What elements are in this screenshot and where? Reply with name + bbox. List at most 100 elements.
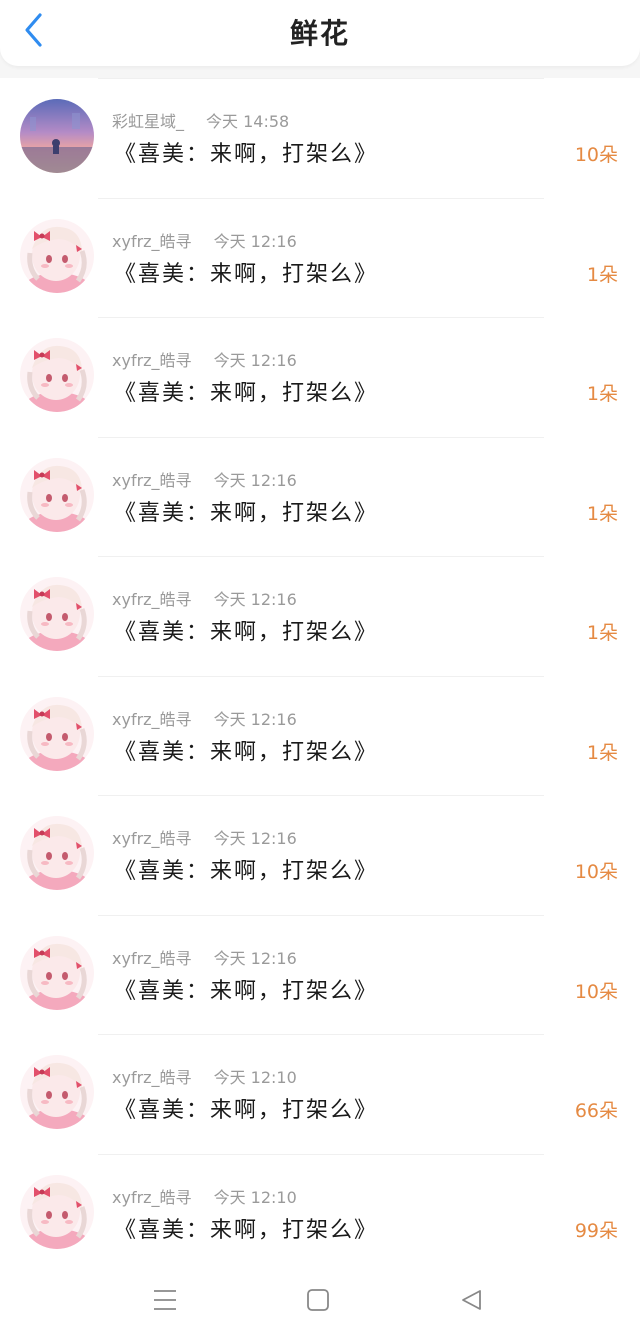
timestamp: 今天 12:16 <box>213 948 297 968</box>
song-title: 《喜美：来啊，打架么》 <box>114 142 379 167</box>
record-meta: xyfrz_皓寻 今天 12:16 <box>112 347 297 371</box>
record-meta: 彩虹星域_ 今天 14:58 <box>112 108 289 132</box>
flower-count: 1朵 <box>586 383 618 405</box>
avatar[interactable] <box>20 218 94 293</box>
song-title: 《喜美：来啊，打架么》 <box>114 1098 379 1123</box>
song-title: 《喜美：来啊，打架么》 <box>114 500 379 526</box>
row-divider <box>98 78 544 79</box>
flower-record-list: 彩虹星域_ 今天 14:58 《喜美：来啊，打架么》 10朵 xyfrz_皓寻 今天… <box>0 78 640 1273</box>
flower-count: 1朵 <box>586 263 618 286</box>
list-item[interactable]: xyfrz_皓寻 今天 12:16 《喜美：来啊，打架么》 1朵 <box>0 197 640 317</box>
anime-girl-avatar-image <box>20 577 94 651</box>
square-home-icon <box>307 1289 329 1311</box>
row-divider <box>98 795 544 796</box>
list-item[interactable]: xyfrz_皓寻 今天 12:10 《喜美：来啊，打架么》 99朵 <box>0 1153 640 1273</box>
anime-girl-avatar-image <box>20 338 94 412</box>
flower-count: 1朵 <box>586 622 618 644</box>
row-divider <box>98 197 544 199</box>
song-title: 《喜美：来啊，打架么》 <box>114 1217 379 1243</box>
list-item[interactable]: xyfrz_皓寻 今天 12:16 《喜美：来啊，打架么》 1朵 <box>0 436 640 556</box>
system-back-button[interactable] <box>454 1283 488 1317</box>
username[interactable]: xyfrz_皓寻 <box>112 351 192 370</box>
top-bar: 鲜花 <box>0 0 640 66</box>
avatar[interactable] <box>20 457 94 532</box>
username[interactable]: xyfrz_皓寻 <box>112 949 192 968</box>
anime-girl-avatar-image <box>20 696 94 771</box>
page-title: 鲜花 <box>289 17 350 50</box>
record-meta: xyfrz_皓寻 今天 12:16 <box>112 467 297 491</box>
triangle-back-icon <box>462 1290 481 1310</box>
flower-count: 10朵 <box>574 861 618 883</box>
username[interactable]: xyfrz_皓寻 <box>112 710 192 729</box>
menu-icon <box>154 1290 176 1310</box>
username[interactable]: xyfrz_皓寻 <box>112 590 192 609</box>
anime-girl-avatar-image <box>20 457 94 532</box>
row-divider <box>98 556 544 557</box>
username[interactable]: xyfrz_皓寻 <box>112 829 192 848</box>
record-meta: xyfrz_皓寻 今天 12:10 <box>112 1184 297 1208</box>
list-item[interactable]: xyfrz_皓寻 今天 12:16 《喜美：来啊，打架么》 1朵 <box>0 675 640 795</box>
avatar[interactable] <box>20 577 94 651</box>
avatar[interactable] <box>20 696 94 771</box>
home-button[interactable] <box>301 1283 335 1317</box>
record-meta: xyfrz_皓寻 今天 12:16 <box>112 228 297 252</box>
list-item[interactable]: xyfrz_皓寻 今天 12:16 《喜美：来啊，打架么》 1朵 <box>0 556 640 676</box>
row-divider <box>98 1153 544 1155</box>
record-meta: xyfrz_皓寻 今天 12:10 <box>112 1064 297 1088</box>
record-meta: xyfrz_皓寻 今天 12:16 <box>112 706 297 730</box>
username[interactable]: xyfrz_皓寻 <box>112 1188 192 1207</box>
row-divider <box>98 436 544 438</box>
flower-count: 10朵 <box>574 144 618 166</box>
song-title: 《喜美：来啊，打架么》 <box>114 739 379 765</box>
song-title: 《喜美：来啊，打架么》 <box>114 381 379 406</box>
timestamp: 今天 12:16 <box>213 829 297 848</box>
username[interactable]: 彩虹星域_ <box>112 112 184 131</box>
flower-count: 66朵 <box>574 1100 618 1122</box>
song-title: 《喜美：来啊，打架么》 <box>114 859 379 884</box>
avatar[interactable] <box>20 816 94 890</box>
timestamp: 今天 12:10 <box>213 1068 297 1087</box>
sunset-avatar-image <box>20 99 94 173</box>
anime-girl-avatar-image <box>20 218 94 293</box>
timestamp: 今天 14:58 <box>206 112 290 131</box>
row-divider <box>98 914 544 916</box>
flower-count: 99朵 <box>574 1219 618 1242</box>
list-item[interactable]: xyfrz_皓寻 今天 12:16 《喜美：来啊，打架么》 10朵 <box>0 914 640 1034</box>
list-item[interactable]: 彩虹星域_ 今天 14:58 《喜美：来啊，打架么》 10朵 <box>0 78 640 198</box>
timestamp: 今天 12:16 <box>213 231 297 251</box>
avatar[interactable] <box>20 338 94 412</box>
anime-girl-avatar-image <box>20 935 94 1010</box>
list-item[interactable]: xyfrz_皓寻 今天 12:10 《喜美：来啊，打架么》 66朵 <box>0 1034 640 1154</box>
record-meta: xyfrz_皓寻 今天 12:16 <box>112 825 297 849</box>
username[interactable]: xyfrz_皓寻 <box>112 1068 192 1087</box>
row-divider <box>98 317 544 318</box>
anime-girl-avatar-image <box>20 1174 94 1249</box>
username[interactable]: xyfrz_皓寻 <box>112 471 192 490</box>
flower-count: 1朵 <box>586 741 618 764</box>
timestamp: 今天 12:16 <box>213 709 297 729</box>
list-item[interactable]: xyfrz_皓寻 今天 12:16 《喜美：来啊，打架么》 1朵 <box>0 317 640 437</box>
anime-girl-avatar-image <box>20 1055 94 1129</box>
timestamp: 今天 12:16 <box>213 590 297 609</box>
list-item[interactable]: xyfrz_皓寻 今天 12:16 《喜美：来啊，打架么》 10朵 <box>0 795 640 915</box>
timestamp: 今天 12:16 <box>213 470 297 490</box>
avatar[interactable] <box>20 99 94 173</box>
flower-count: 1朵 <box>586 502 618 525</box>
menu-button[interactable] <box>148 1283 182 1317</box>
avatar[interactable] <box>20 1055 94 1129</box>
row-divider <box>98 1034 544 1035</box>
system-nav-bar <box>0 1263 640 1337</box>
song-title: 《喜美：来啊，打架么》 <box>114 620 379 645</box>
record-meta: xyfrz_皓寻 今天 12:16 <box>112 586 297 610</box>
song-title: 《喜美：来啊，打架么》 <box>114 978 379 1004</box>
record-meta: xyfrz_皓寻 今天 12:16 <box>112 945 297 969</box>
row-divider <box>98 675 544 677</box>
flower-count: 10朵 <box>574 980 618 1003</box>
anime-girl-avatar-image <box>20 816 94 890</box>
timestamp: 今天 12:16 <box>213 351 297 370</box>
username[interactable]: xyfrz_皓寻 <box>112 232 192 251</box>
avatar[interactable] <box>20 1174 94 1249</box>
timestamp: 今天 12:10 <box>213 1187 297 1207</box>
song-title: 《喜美：来啊，打架么》 <box>114 261 379 287</box>
avatar[interactable] <box>20 935 94 1010</box>
